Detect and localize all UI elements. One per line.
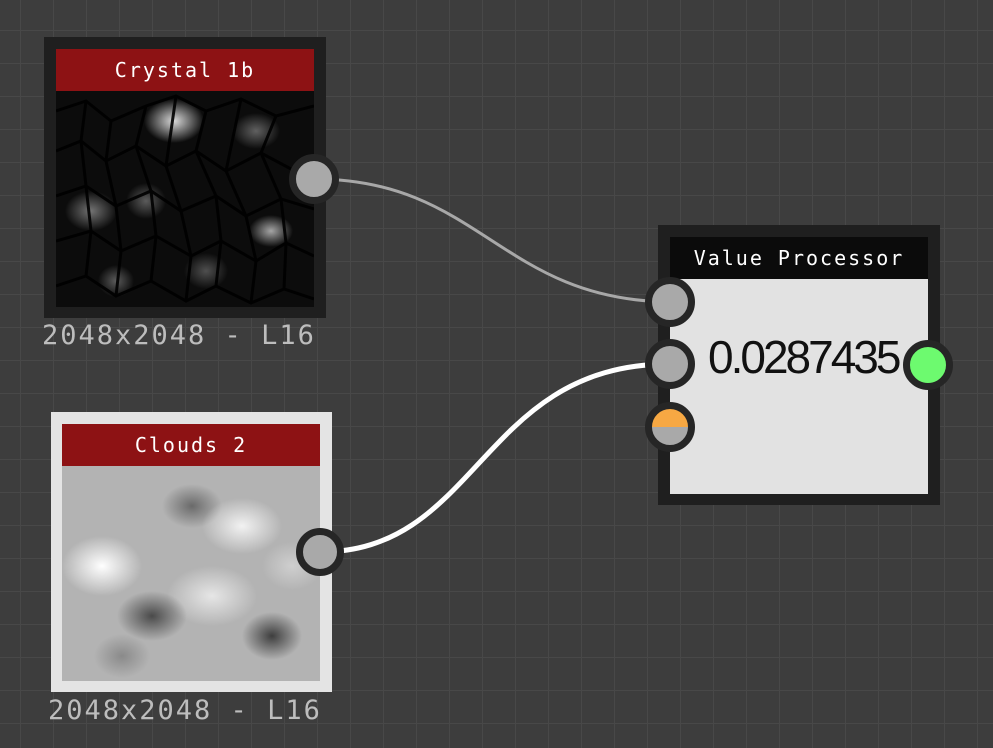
clouds-thumbnail xyxy=(62,466,320,681)
clouds-resolution-label: 2048x2048 - L16 xyxy=(48,695,322,726)
value-processor-node[interactable]: Value Processor 0.0287435 xyxy=(658,225,940,505)
value-processor-value: 0.0287435 xyxy=(708,331,901,383)
value-processor-title: Value Processor xyxy=(670,237,928,279)
crystal-node-title: Crystal 1b xyxy=(56,49,314,91)
clouds-output-port[interactable] xyxy=(296,528,344,576)
clouds-node-title: Clouds 2 xyxy=(62,424,320,466)
crystal-node[interactable]: Crystal 1b xyxy=(44,37,326,318)
value-processor-body: 0.0287435 xyxy=(670,279,928,494)
crystal-thumbnail xyxy=(56,91,314,307)
value-processor-input-port-3[interactable] xyxy=(645,402,695,452)
value-processor-output-port[interactable] xyxy=(903,340,953,390)
crystal-output-port[interactable] xyxy=(289,154,339,204)
value-processor-input-port-1[interactable] xyxy=(645,277,695,327)
value-processor-input-port-2[interactable] xyxy=(645,339,695,389)
wire-crystal-to-value-processor xyxy=(313,177,671,304)
clouds-node[interactable]: Clouds 2 xyxy=(51,412,332,692)
crystal-texture xyxy=(56,94,314,305)
crystal-resolution-label: 2048x2048 - L16 xyxy=(42,320,316,351)
wire-clouds-to-value-processor xyxy=(319,361,671,555)
